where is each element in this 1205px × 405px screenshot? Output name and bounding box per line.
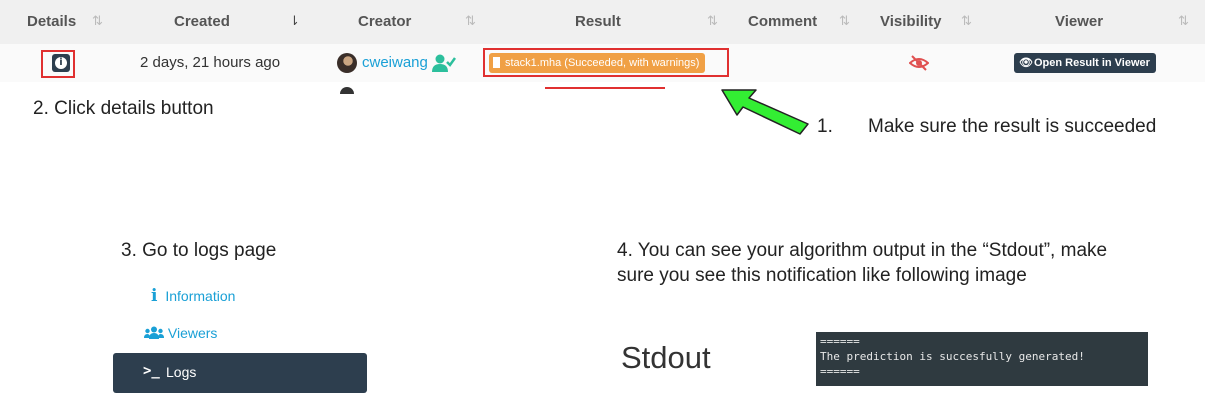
sort-icon[interactable]: ⇅ xyxy=(707,0,718,44)
step2-text: 2. Click details button xyxy=(33,98,214,119)
menu-item-label: Logs xyxy=(166,364,197,380)
column-header-visibility[interactable]: Visibility xyxy=(880,0,941,44)
stdout-line: ====== xyxy=(820,365,860,378)
details-highlight xyxy=(41,50,75,78)
avatar[interactable] xyxy=(337,53,357,73)
column-header-creator[interactable]: Creator xyxy=(358,0,411,44)
sort-desc-icon[interactable]: ⇂ xyxy=(289,0,300,44)
step4-text-line1: 4. You can see your algorithm output in … xyxy=(617,240,1108,261)
stdout-output: ====== The prediction is succesfully gen… xyxy=(816,332,1148,386)
avatar xyxy=(340,87,354,94)
step1-text: Make sure the result is succeeded xyxy=(868,116,1157,137)
eye-slash-icon[interactable] xyxy=(909,55,929,71)
eye-icon: 👁 xyxy=(1019,57,1033,69)
open-viewer-button[interactable]: 👁 Open Result in Viewer xyxy=(1014,53,1156,73)
column-header-result[interactable]: Result xyxy=(575,0,621,44)
step1-number: 1. xyxy=(817,116,833,137)
sort-icon[interactable]: ⇅ xyxy=(1178,0,1189,44)
menu-item-label: Viewers xyxy=(167,325,218,341)
menu-item-label: Information xyxy=(165,288,236,304)
step4-text-line2: sure you see this notification like foll… xyxy=(617,265,1027,286)
stdout-line: ====== xyxy=(820,335,860,348)
sort-icon[interactable]: ⇅ xyxy=(839,0,850,44)
stdout-heading: Stdout xyxy=(621,340,711,375)
terminal-icon: >_ xyxy=(143,363,160,379)
next-row-partial xyxy=(0,82,1205,94)
table-header: Details ⇅ Created ⇂ Creator ⇅ Result ⇅ C… xyxy=(0,0,1205,45)
step3-text: 3. Go to logs page xyxy=(121,240,277,261)
info-icon: i xyxy=(151,286,158,306)
users-icon xyxy=(144,326,164,339)
user-check-icon xyxy=(432,54,456,72)
creator-link[interactable]: cweiwang xyxy=(362,44,428,82)
menu-item-logs[interactable]: >_ Logs xyxy=(113,353,367,393)
stdout-line: The prediction is succesfully generated! xyxy=(820,350,1085,363)
created-time: 2 days, 21 hours ago xyxy=(140,54,281,71)
result-highlight xyxy=(483,48,729,77)
sort-icon[interactable]: ⇅ xyxy=(465,0,476,44)
menu-item-viewers[interactable]: Viewers xyxy=(144,325,217,341)
sort-icon[interactable]: ⇅ xyxy=(92,0,103,44)
sort-icon[interactable]: ⇅ xyxy=(961,0,972,44)
column-header-comment[interactable]: Comment xyxy=(748,0,817,44)
column-header-details[interactable]: Details xyxy=(27,0,76,44)
column-header-created[interactable]: Created xyxy=(174,0,230,44)
divider xyxy=(545,87,665,89)
column-header-viewer[interactable]: Viewer xyxy=(1055,0,1103,44)
arrow-icon xyxy=(721,89,809,135)
menu-item-information[interactable]: i Information xyxy=(151,286,235,306)
open-viewer-label: Open Result in Viewer xyxy=(1034,57,1150,69)
